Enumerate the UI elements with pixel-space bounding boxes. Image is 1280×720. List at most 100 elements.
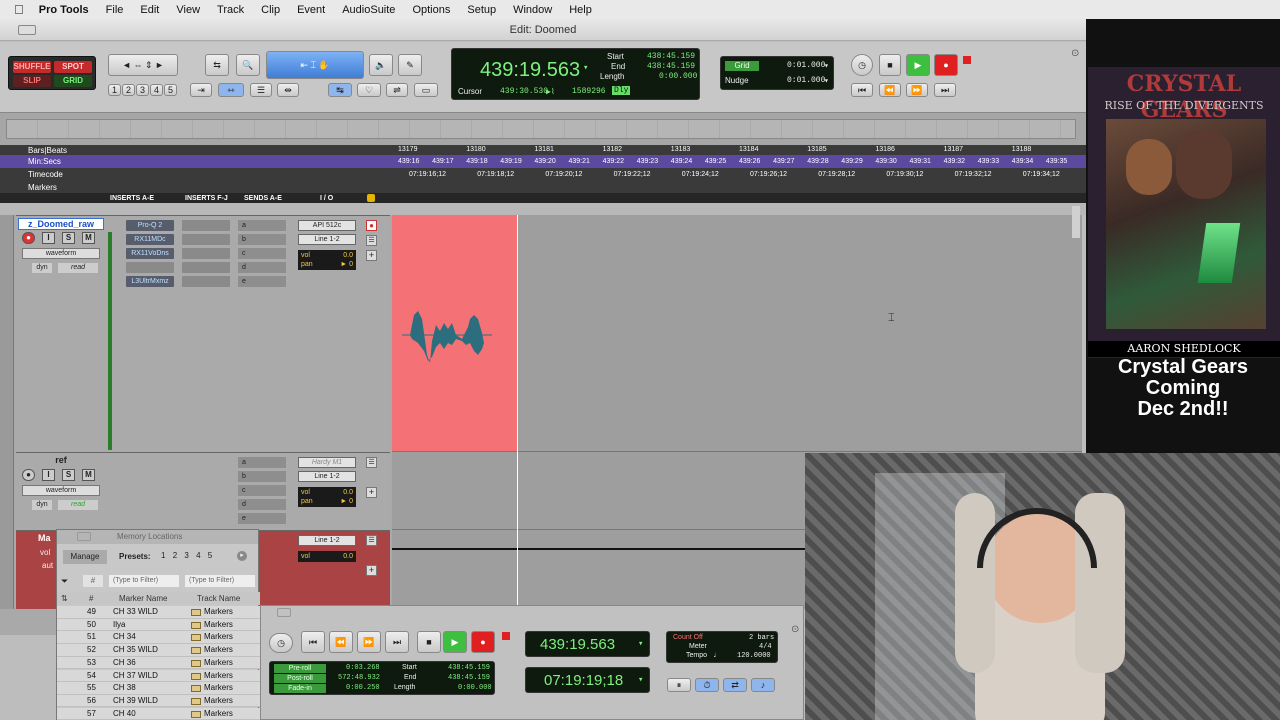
scrubber-tool[interactable]: 🔈 bbox=[369, 54, 393, 76]
output-selector-ma[interactable]: Line 1-2 bbox=[298, 535, 356, 546]
preroll-label[interactable]: Pre-roll bbox=[274, 664, 326, 673]
track-name-filter[interactable]: (Type to Filter) bbox=[185, 575, 255, 587]
col-marker-name[interactable]: Marker Name bbox=[119, 594, 167, 603]
add-lane-icon-ma[interactable]: + bbox=[366, 565, 377, 576]
transport-counter-dropdown-icon[interactable]: ▾ bbox=[638, 639, 643, 649]
send-b[interactable]: b bbox=[238, 234, 286, 245]
zoom-preset-4[interactable]: 4 bbox=[150, 84, 163, 96]
grid-toggle-button[interactable]: ▭ bbox=[414, 83, 438, 97]
menu-view[interactable]: View bbox=[176, 4, 200, 16]
marker-name-filter[interactable]: (Type to Filter) bbox=[109, 575, 179, 587]
transport-record-button[interactable]: ● bbox=[471, 631, 495, 653]
rewind-button[interactable]: ⏪ bbox=[879, 83, 901, 97]
counter-dropdown-icon[interactable]: ▾ bbox=[583, 63, 588, 73]
input-selector[interactable]: API 512c bbox=[298, 220, 356, 231]
t-start-value[interactable]: 438:45.159 bbox=[448, 664, 490, 672]
zoom-toggle-2[interactable]: ♡ bbox=[357, 83, 381, 97]
memory-options-icon[interactable]: ▸ bbox=[237, 551, 247, 561]
fadein-label[interactable]: Fade-in bbox=[274, 684, 326, 693]
length-value[interactable]: 0:00.000 bbox=[659, 72, 697, 81]
memory-location-row[interactable]: 55 CH 38 Markers bbox=[57, 682, 260, 695]
wait-for-note-button[interactable]: ⏸ bbox=[667, 678, 691, 692]
transport-ff-button[interactable]: ⏩ bbox=[357, 631, 381, 653]
send-a[interactable]: a bbox=[238, 220, 286, 231]
fadein-value[interactable]: 0:00.250 bbox=[346, 684, 380, 692]
transport-end-button[interactable]: ⏭ bbox=[385, 631, 409, 653]
menu-file[interactable]: File bbox=[106, 4, 124, 16]
input-monitor-button-ref[interactable]: I bbox=[42, 469, 55, 481]
track-name[interactable]: z_Doomed_raw bbox=[18, 218, 104, 230]
audio-clip[interactable] bbox=[392, 215, 517, 451]
insert-b[interactable]: RX11MDc bbox=[126, 234, 174, 245]
sort-icon[interactable]: ⇅ bbox=[61, 594, 68, 603]
send-e-ref[interactable]: e bbox=[238, 513, 286, 524]
pencil-tool[interactable]: ✎ bbox=[398, 54, 422, 76]
send-d[interactable]: d bbox=[238, 262, 286, 273]
toolbar-menu-icon[interactable]: ⊙ bbox=[1071, 48, 1079, 59]
transport-play-button[interactable]: ▶ bbox=[443, 631, 467, 653]
menu-audiosuite[interactable]: AudioSuite bbox=[342, 4, 395, 16]
menu-setup[interactable]: Setup bbox=[467, 4, 496, 16]
transport-sub-counter-value[interactable]: 07:19:19;18 bbox=[544, 672, 623, 689]
mute-button[interactable]: M bbox=[82, 232, 95, 244]
send-a-ref[interactable]: a bbox=[238, 457, 286, 468]
play-button[interactable]: ▶ bbox=[906, 54, 930, 76]
insert-i[interactable] bbox=[182, 262, 230, 273]
filter-icon[interactable]: ⏷ bbox=[61, 576, 68, 587]
menu-track[interactable]: Track bbox=[217, 4, 244, 16]
mode-shuffle[interactable]: SHUFFLE bbox=[13, 61, 51, 73]
automation-line[interactable] bbox=[392, 548, 805, 550]
zoom-preset-1[interactable]: 1 bbox=[108, 84, 121, 96]
grid-dropdown-icon[interactable]: ▾ bbox=[824, 61, 829, 71]
nudge-value[interactable]: 0:01.000 bbox=[787, 76, 825, 85]
preset-3[interactable]: 3 bbox=[184, 551, 188, 560]
track-view-selector-ref[interactable]: waveform bbox=[22, 485, 100, 496]
zoom-toggle-button[interactable]: ⇆ bbox=[205, 54, 229, 76]
count-off-bars[interactable]: 2 bars bbox=[749, 634, 774, 642]
insert-f[interactable] bbox=[182, 220, 230, 231]
track-record-icon[interactable]: ● bbox=[366, 220, 377, 231]
sidebar-toggle-icon[interactable] bbox=[18, 25, 36, 35]
send-e[interactable]: e bbox=[238, 276, 286, 287]
output-selector-ref[interactable]: Line 1-2 bbox=[298, 471, 356, 482]
tempo-label[interactable]: Tempo bbox=[686, 652, 707, 659]
menu-clip[interactable]: Clip bbox=[261, 4, 280, 16]
solo-button[interactable]: S bbox=[62, 232, 75, 244]
memory-sidebar-icon[interactable] bbox=[77, 532, 91, 541]
memory-location-row[interactable]: 50 Ilya Markers bbox=[57, 618, 260, 632]
postroll-label[interactable]: Post-roll bbox=[274, 674, 326, 683]
tab-to-transient[interactable]: ⇥ bbox=[190, 83, 212, 97]
insert-d[interactable] bbox=[126, 262, 174, 273]
merge-button[interactable]: ⇄ bbox=[723, 678, 747, 692]
col-track-name[interactable]: Track Name bbox=[197, 594, 240, 603]
memory-location-row[interactable]: 56 CH 39 WILD Markers bbox=[57, 694, 260, 708]
postroll-value[interactable]: 572:48.932 bbox=[338, 674, 380, 682]
solo-button-ref[interactable]: S bbox=[62, 469, 75, 481]
mode-spot[interactable]: SPOT bbox=[54, 61, 92, 73]
link-track-button[interactable]: ☰ bbox=[250, 83, 272, 97]
zoom-controls[interactable]: ◄ ⇔ ⇕ ► bbox=[108, 54, 178, 76]
zoomer-tool[interactable]: 🔍 bbox=[236, 54, 260, 76]
transport-record-arm-icon[interactable] bbox=[502, 632, 510, 640]
preset-1[interactable]: 1 bbox=[161, 551, 165, 560]
insert-c[interactable]: RX11VoDns bbox=[126, 248, 174, 259]
insert-h[interactable] bbox=[182, 248, 230, 259]
mode-slip[interactable]: SLIP bbox=[13, 75, 51, 87]
transport-sub-dropdown-icon[interactable]: ▾ bbox=[638, 675, 643, 685]
menu-event[interactable]: Event bbox=[297, 4, 325, 16]
menu-window[interactable]: Window bbox=[513, 4, 552, 16]
insert-j[interactable] bbox=[182, 276, 230, 287]
vol-pan-display-ref[interactable]: vol 0.0 pan ► 0 bbox=[298, 487, 356, 507]
main-counter[interactable]: 439:19.563 bbox=[480, 59, 580, 82]
insertion-follows-playback[interactable]: ↹ bbox=[328, 83, 352, 97]
add-lane-icon[interactable]: + bbox=[366, 250, 377, 261]
stop-button[interactable]: ■ bbox=[879, 54, 901, 76]
end-value[interactable]: 438:45.159 bbox=[647, 62, 695, 71]
mirror-midi-button[interactable]: ⇹ bbox=[277, 83, 299, 97]
send-c-ref[interactable]: c bbox=[238, 485, 286, 496]
nudge-dropdown-icon[interactable]: ▾ bbox=[824, 76, 829, 86]
start-value[interactable]: 438:45.159 bbox=[647, 52, 695, 61]
send-d-ref[interactable]: d bbox=[238, 499, 286, 510]
track-name-ma[interactable]: Ma bbox=[38, 533, 51, 543]
nudge-label[interactable]: Nudge bbox=[725, 76, 749, 85]
